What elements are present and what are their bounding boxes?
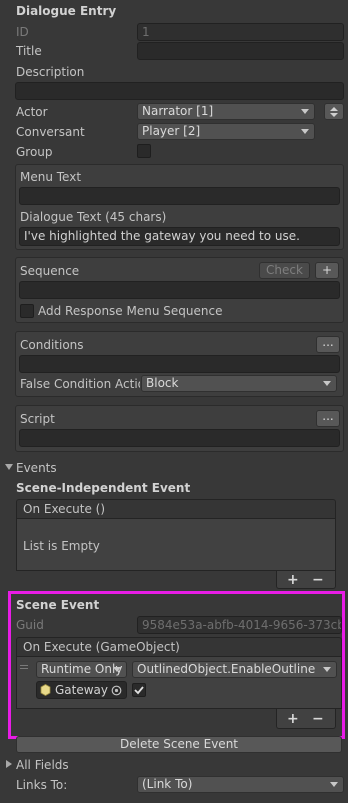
runtime-dropdown[interactable]: Runtime Only (36, 661, 127, 678)
group-checkbox[interactable] (137, 144, 151, 158)
sequence-field[interactable] (19, 281, 340, 299)
chevron-down-icon (330, 782, 338, 787)
title-field[interactable] (137, 42, 344, 60)
actor-dropdown[interactable]: Narrator [1] (137, 103, 315, 120)
id-field: 1 (137, 23, 344, 41)
sequence-label: Sequence (20, 264, 80, 278)
scene-event-footer: + − (276, 709, 336, 729)
title-label: Title (16, 44, 42, 58)
chevron-down-icon (301, 129, 309, 134)
conversant-dropdown[interactable]: Player [2] (137, 123, 315, 140)
description-label: Description (16, 65, 85, 79)
add-event-button[interactable]: + (287, 572, 299, 588)
remove-event-button[interactable]: − (312, 572, 324, 588)
up-down-arrows-icon (330, 107, 338, 117)
false-condition-dropdown[interactable]: Block (141, 375, 337, 392)
links-to-dropdown[interactable]: (Link To) (137, 776, 344, 793)
add-scene-event-button[interactable]: + (287, 711, 299, 727)
id-label: ID (16, 25, 29, 39)
script-menu-button[interactable]: ... (316, 410, 340, 427)
check-button[interactable]: Check (259, 262, 310, 279)
gameobject-icon (40, 684, 51, 696)
scene-event-list-body: Runtime Only OutlinedObject.EnableOutlin… (16, 657, 342, 709)
object-picker-icon[interactable] (111, 685, 122, 696)
all-fields-label[interactable]: All Fields (16, 757, 69, 773)
false-condition-value: Block (146, 376, 179, 390)
function-value: OutlinedObject.EnableOutline (137, 662, 316, 676)
actor-sort-button[interactable] (324, 103, 344, 120)
scene-independent-footer: + − (276, 571, 336, 589)
links-to-label: Links To: (16, 778, 68, 792)
group-label: Group (16, 145, 53, 159)
chevron-down-icon (323, 667, 331, 672)
sequence-plus-button[interactable]: + (315, 262, 339, 279)
conditions-menu-button[interactable]: ... (316, 336, 340, 353)
events-foldout-icon[interactable] (5, 464, 13, 470)
drag-handle-icon[interactable] (20, 665, 28, 670)
scene-independent-title: Scene-Independent Event (16, 481, 191, 495)
guid-field: 9584e53a-abfb-4014-9656-373cb (137, 616, 342, 634)
menu-text-label: Menu Text (20, 170, 82, 184)
actor-value: Narrator [1] (142, 104, 214, 118)
conditions-field[interactable] (19, 355, 340, 373)
remove-scene-event-button[interactable]: − (312, 711, 324, 727)
scene-event-list-header: On Execute (GameObject) (16, 637, 342, 657)
scene-event-title: Scene Event (16, 598, 100, 612)
add-response-checkbox[interactable] (20, 304, 34, 318)
guid-label: Guid (16, 618, 44, 632)
scene-independent-list-body: List is Empty (16, 519, 336, 571)
conditions-label: Conditions (20, 338, 84, 352)
links-to-value: (Link To) (142, 777, 193, 791)
scene-independent-list-header: On Execute () (16, 499, 336, 519)
conversant-label: Conversant (16, 125, 85, 139)
object-value: Gateway (55, 683, 109, 697)
conversant-value: Player [2] (142, 124, 201, 138)
function-dropdown[interactable]: OutlinedObject.EnableOutline (132, 661, 337, 678)
description-field[interactable] (15, 82, 344, 100)
dialogue-text-label: Dialogue Text (45 chars) (20, 210, 167, 224)
empty-list-text: List is Empty (23, 539, 100, 553)
actor-label: Actor (16, 105, 48, 119)
page-title: Dialogue Entry (16, 4, 117, 18)
all-fields-foldout-icon[interactable] (6, 760, 12, 768)
delete-scene-event-button[interactable]: Delete Scene Event (16, 736, 342, 753)
checkmark-icon (134, 686, 144, 695)
chevron-down-icon (301, 109, 309, 114)
enable-outline-checkbox[interactable] (132, 683, 146, 697)
script-field[interactable] (19, 429, 340, 447)
runtime-value: Runtime Only (41, 662, 123, 676)
false-condition-label: False Condition Actio (20, 377, 140, 391)
object-field[interactable]: Gateway (36, 681, 127, 699)
menu-text-field[interactable] (19, 187, 340, 205)
dialogue-text-field[interactable]: I've highlighted the gateway you need to… (19, 227, 340, 246)
events-foldout-label[interactable]: Events (16, 460, 57, 476)
chevron-down-icon (113, 667, 121, 672)
script-label: Script (20, 412, 55, 426)
add-response-label: Add Response Menu Sequence (38, 304, 223, 318)
chevron-down-icon (323, 381, 331, 386)
